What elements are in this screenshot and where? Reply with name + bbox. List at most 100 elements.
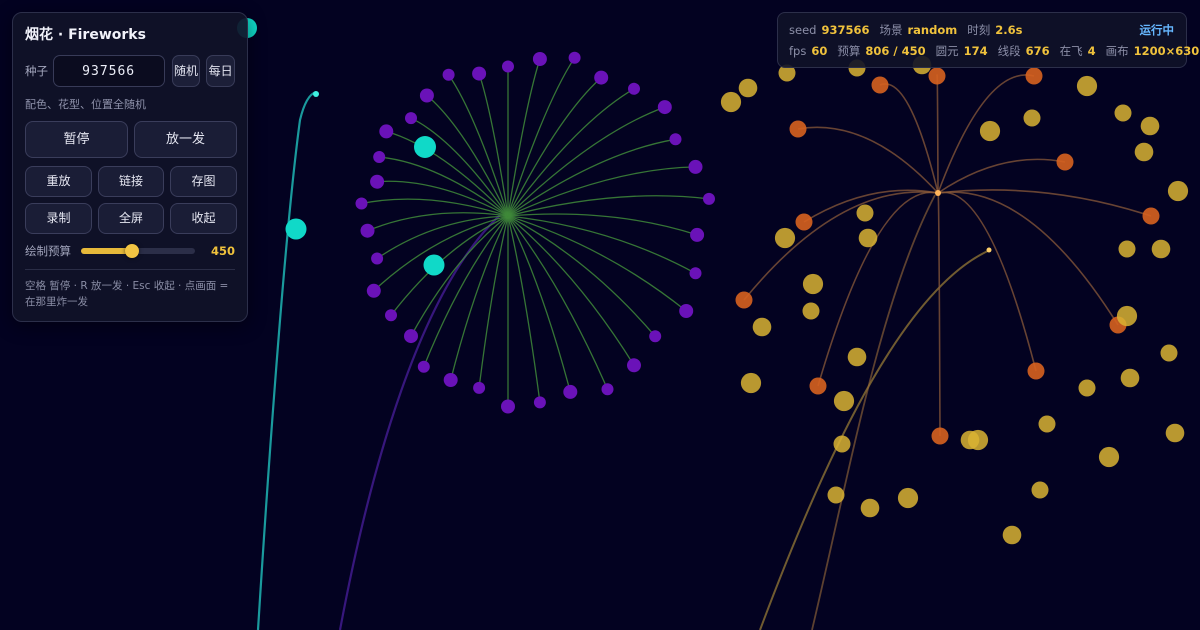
- spark-purple: [360, 223, 375, 238]
- collapse-button[interactable]: 收起: [170, 203, 237, 234]
- burst-strand-purple: [379, 156, 509, 217]
- segments-key: 线段: [997, 44, 1021, 58]
- spark-gold: [802, 273, 824, 295]
- spark-gold: [802, 302, 820, 320]
- spark-gold: [827, 486, 845, 504]
- spark-purple: [690, 227, 705, 242]
- spark-purple: [703, 192, 715, 205]
- spark-purple: [472, 66, 487, 81]
- burst-strand-purple: [507, 77, 602, 217]
- budget-slider-value: 450: [210, 244, 235, 258]
- spark-gold: [752, 317, 772, 337]
- burst-strand-purple: [507, 215, 687, 312]
- spark-purple: [371, 252, 384, 265]
- spark-purple: [532, 52, 547, 66]
- spark-purple: [442, 68, 455, 81]
- fullscreen-button[interactable]: 全屏: [98, 203, 164, 234]
- burst-strand-orange: [937, 191, 1037, 372]
- spark-gold: [740, 372, 762, 394]
- budget-slider-row: 绘制预算 450: [25, 242, 235, 260]
- budget-slider-handle[interactable]: [125, 244, 140, 258]
- segments-value: 676: [1025, 44, 1050, 58]
- action-button-group: 重放 链接 存图 录制 全屏 收起: [25, 166, 237, 234]
- budget-slider[interactable]: [81, 244, 195, 258]
- spark-gold: [1023, 109, 1041, 127]
- link-button[interactable]: 链接: [98, 166, 164, 197]
- spark-gold: [847, 347, 867, 367]
- time-key: 时刻: [967, 23, 991, 37]
- spark-gold: [833, 390, 855, 412]
- spark-orange: [928, 67, 946, 85]
- spark-orange: [795, 213, 813, 231]
- rocket-trail-orange: [811, 194, 936, 630]
- canvas-value: 1200×630: [1133, 44, 1200, 58]
- burst-strand-orange: [743, 191, 939, 301]
- burst-strand-orange: [879, 83, 939, 194]
- shortcut-hint: 空格 暂停 · R 放一发 · Esc 收起 · 点画面 = 在那里炸一发: [25, 280, 229, 308]
- spark-orange: [789, 120, 807, 138]
- spark-purple: [568, 51, 581, 64]
- fps-key: fps: [789, 44, 807, 58]
- spark-gold: [860, 498, 880, 518]
- spark-purple: [419, 88, 434, 103]
- spark-purple: [594, 70, 609, 85]
- spark-purple: [443, 373, 458, 387]
- spark-purple: [501, 399, 515, 414]
- spark-gold: [833, 435, 851, 453]
- panel-title: 烟花 · Fireworks: [25, 27, 146, 43]
- spark-gold: [738, 78, 758, 98]
- spark-gold: [1134, 142, 1154, 162]
- daily-seed-button[interactable]: 每日: [206, 55, 235, 87]
- burst-strand-orange: [936, 74, 939, 194]
- spark-orange: [1025, 67, 1043, 85]
- launch-one-button[interactable]: 放一发: [134, 121, 237, 158]
- burst-strand-purple: [478, 215, 509, 388]
- circles-value: 174: [963, 44, 988, 58]
- seed-value: 937566: [821, 23, 870, 37]
- burst-strand-purple: [507, 195, 710, 217]
- spark-purple: [366, 283, 381, 298]
- spark-purple: [370, 174, 385, 189]
- circles-key: 圆元: [935, 44, 959, 58]
- spark-gold: [1151, 239, 1171, 259]
- spark-purple: [563, 384, 578, 399]
- spark-purple: [417, 360, 430, 373]
- seed-input[interactable]: [52, 55, 165, 87]
- spark-purple: [628, 82, 640, 95]
- panel-divider: [25, 269, 235, 270]
- spark-purple: [689, 267, 702, 280]
- burst-strand-orange: [797, 126, 939, 194]
- spark-orange: [735, 291, 753, 309]
- burst-strand-purple: [507, 215, 541, 403]
- spark-gold: [979, 120, 1001, 142]
- seed-key: seed: [789, 23, 817, 37]
- spark-purple: [649, 330, 662, 343]
- rocket-trail-cyan: [256, 90, 317, 630]
- spark-purple: [404, 329, 418, 344]
- record-button[interactable]: 录制: [25, 203, 92, 234]
- spark-purple: [405, 112, 417, 125]
- burst-strand-orange: [937, 158, 1066, 194]
- spark-gold: [856, 204, 874, 222]
- save-image-button[interactable]: 存图: [170, 166, 237, 197]
- control-panel: 烟花 · Fireworks 种子 随机 每日 配色、花型、位置全随机 暂停 放…: [12, 12, 248, 322]
- spark-gold: [774, 227, 796, 249]
- randomize-hint: 配色、花型、位置全随机: [25, 98, 146, 111]
- spark-gold: [1031, 481, 1049, 499]
- budget-value: 806 / 450: [865, 44, 926, 58]
- budget-key: 预算: [837, 44, 861, 58]
- spark-cyan: [285, 218, 307, 240]
- burst-strand-orange: [817, 191, 939, 387]
- random-seed-button[interactable]: 随机: [171, 55, 201, 87]
- pause-button[interactable]: 暂停: [25, 121, 128, 158]
- burst-strand-purple: [507, 215, 696, 274]
- replay-button[interactable]: 重放: [25, 166, 92, 197]
- seed-label: 种子: [25, 64, 48, 78]
- seed-row: 种子 随机 每日: [25, 55, 235, 87]
- rocket-trail-gold: [759, 249, 991, 630]
- status-row-2: fps 60 预算 806 / 450 圆元 174 线段 676 在飞 4 画…: [789, 42, 1199, 60]
- burst-strand-purple: [507, 215, 609, 390]
- spark-purple: [627, 358, 641, 373]
- spark-gold: [1120, 368, 1140, 388]
- spark-orange: [1142, 207, 1160, 225]
